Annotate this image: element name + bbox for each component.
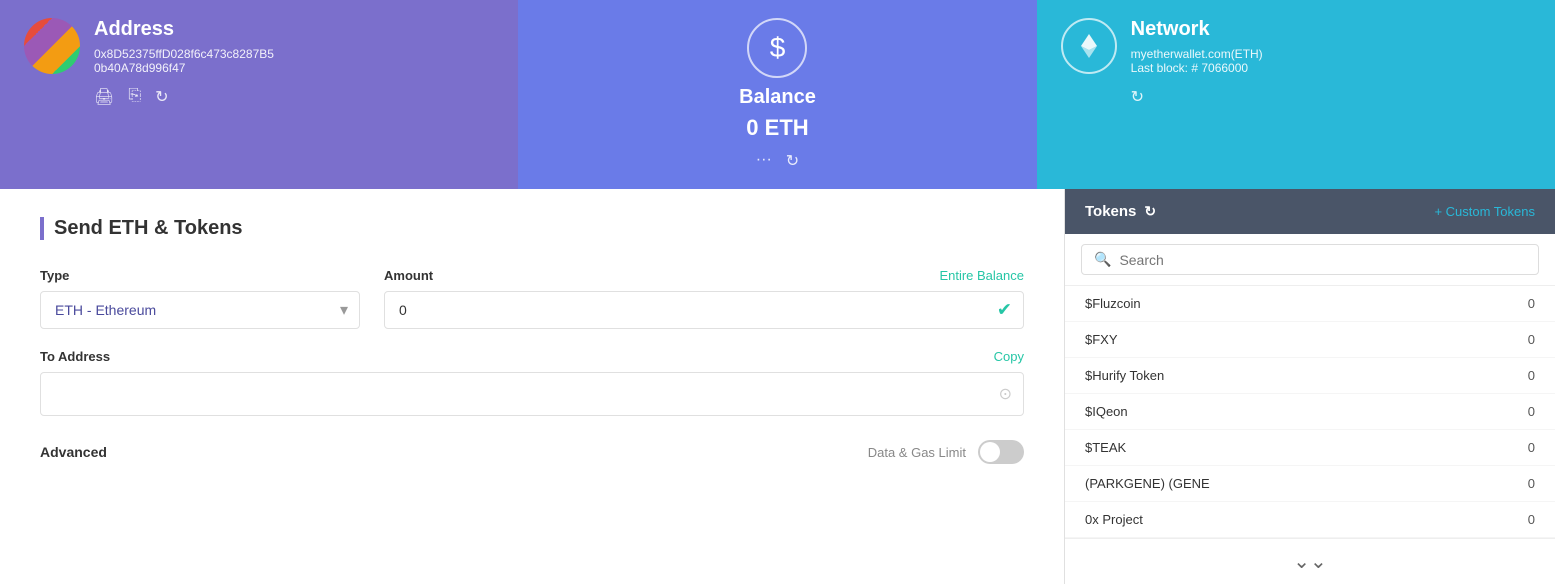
tokens-footer: ⌄⌄ <box>1065 538 1555 584</box>
search-bar: 🔍 <box>1065 234 1555 286</box>
token-name: (PARKGENE) (GENE <box>1085 476 1210 491</box>
checkmark-icon: ✔ <box>997 300 1012 321</box>
network-block: Last block: # 7066000 <box>1131 61 1263 75</box>
list-item[interactable]: $IQeon 0 <box>1065 394 1555 430</box>
list-item[interactable]: $Fluzcoin 0 <box>1065 286 1555 322</box>
amount-group: Amount Entire Balance ✔ <box>384 268 1024 329</box>
search-input-wrapper: 🔍 <box>1081 244 1539 275</box>
balance-card: $ Balance 0 ETH ··· ↻ <box>518 0 1036 189</box>
send-panel: Send ETH & Tokens Type ETH - Ethereum ▾ … <box>0 189 1065 584</box>
avatar <box>24 18 80 74</box>
amount-input[interactable] <box>384 291 1024 329</box>
list-item[interactable]: 0x Project 0 <box>1065 502 1555 538</box>
refresh-network-icon[interactable]: ↻ <box>1131 89 1144 106</box>
copy-icon[interactable]: ⎘ <box>128 87 141 107</box>
list-item[interactable]: $TEAK 0 <box>1065 430 1555 466</box>
entire-balance-link[interactable]: Entire Balance <box>939 268 1024 283</box>
tokens-title: Tokens ↻ <box>1085 203 1156 220</box>
address-title: Address <box>94 18 274 41</box>
to-address-label: To Address <box>40 349 110 364</box>
token-balance: 0 <box>1528 296 1535 311</box>
refresh-balance-icon[interactable]: ↻ <box>786 151 799 171</box>
network-name: myetherwallet.com(ETH) <box>1131 47 1263 61</box>
main-content: Send ETH & Tokens Type ETH - Ethereum ▾ … <box>0 189 1555 584</box>
token-name: $IQeon <box>1085 404 1128 419</box>
gas-limit-label: Data & Gas Limit <box>868 445 966 460</box>
token-balance: 0 <box>1528 404 1535 419</box>
amount-label: Amount <box>384 268 433 283</box>
to-address-input[interactable] <box>40 372 1024 416</box>
list-item[interactable]: $FXY 0 <box>1065 322 1555 358</box>
network-card: Network myetherwallet.com(ETH) Last bloc… <box>1037 0 1555 189</box>
address-qr-icon: ⊙ <box>999 384 1012 404</box>
type-select-wrapper: ETH - Ethereum ▾ <box>40 291 360 329</box>
advanced-label: Advanced <box>40 444 107 460</box>
advanced-right: Data & Gas Limit <box>868 440 1024 464</box>
address-line2: 0b40A78d996f47 <box>94 61 274 75</box>
gas-limit-toggle[interactable] <box>978 440 1024 464</box>
chevron-down-icon[interactable]: ⌄⌄ <box>1293 551 1327 573</box>
token-name: $Hurify Token <box>1085 368 1164 383</box>
tokens-panel: Tokens ↻ + Custom Tokens 🔍 $Fluzcoin 0 $… <box>1065 189 1555 584</box>
search-input[interactable] <box>1119 252 1526 268</box>
type-label: Type <box>40 268 360 283</box>
print-icon[interactable]: 🖨 <box>94 87 114 107</box>
balance-value: 0 ETH <box>746 115 808 141</box>
token-name: $Fluzcoin <box>1085 296 1141 311</box>
amount-label-row: Amount Entire Balance <box>384 268 1024 283</box>
type-select[interactable]: ETH - Ethereum <box>40 291 360 329</box>
token-name: $FXY <box>1085 332 1118 347</box>
tokens-label: Tokens <box>1085 203 1136 220</box>
token-balance: 0 <box>1528 512 1535 527</box>
list-item[interactable]: $Hurify Token 0 <box>1065 358 1555 394</box>
type-group: Type ETH - Ethereum ▾ <box>40 268 360 329</box>
tokens-refresh-icon[interactable]: ↻ <box>1144 203 1156 220</box>
token-list: $Fluzcoin 0 $FXY 0 $Hurify Token 0 $IQeo… <box>1065 286 1555 538</box>
amount-input-wrapper: ✔ <box>384 291 1024 329</box>
token-balance: 0 <box>1528 440 1535 455</box>
send-title: Send ETH & Tokens <box>40 217 1024 240</box>
token-name: 0x Project <box>1085 512 1143 527</box>
advanced-row: Advanced Data & Gas Limit <box>40 440 1024 464</box>
token-balance: 0 <box>1528 332 1535 347</box>
search-icon: 🔍 <box>1094 251 1111 268</box>
more-icon[interactable]: ··· <box>756 151 772 171</box>
network-title: Network <box>1131 18 1263 41</box>
address-line1: 0x8D52375ffD028f6c473c8287B5 <box>94 47 274 61</box>
refresh-icon[interactable]: ↻ <box>155 87 168 107</box>
address-input-wrapper: ⊙ <box>40 372 1024 416</box>
to-address-label-row: To Address Copy <box>40 349 1024 364</box>
top-cards: Address 0x8D52375ffD028f6c473c8287B5 0b4… <box>0 0 1555 189</box>
token-balance: 0 <box>1528 368 1535 383</box>
balance-title: Balance <box>739 86 816 109</box>
tokens-header: Tokens ↻ + Custom Tokens <box>1065 189 1555 234</box>
type-amount-row: Type ETH - Ethereum ▾ Amount Entire Bala… <box>40 268 1024 329</box>
to-address-section: To Address Copy ⊙ <box>40 349 1024 416</box>
list-item[interactable]: (PARKGENE) (GENE 0 <box>1065 466 1555 502</box>
balance-dollar-icon: $ <box>747 18 807 78</box>
token-name: $TEAK <box>1085 440 1126 455</box>
copy-link[interactable]: Copy <box>994 349 1024 364</box>
address-card: Address 0x8D52375ffD028f6c473c8287B5 0b4… <box>0 0 518 189</box>
eth-logo-icon <box>1061 18 1117 74</box>
token-balance: 0 <box>1528 476 1535 491</box>
custom-tokens-link[interactable]: + Custom Tokens <box>1434 204 1535 219</box>
